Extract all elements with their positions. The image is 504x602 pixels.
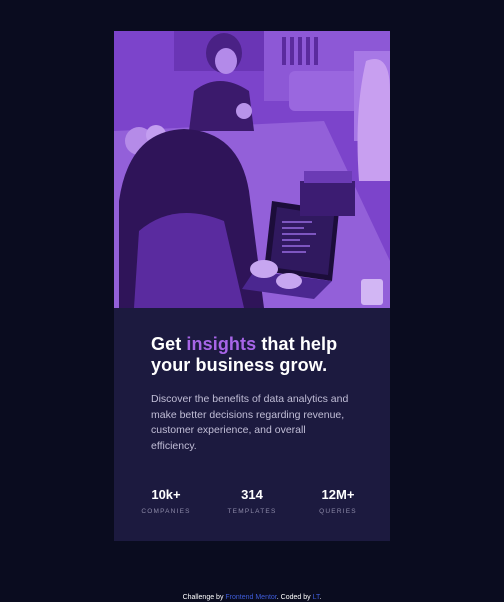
attribution-mid: . Coded by [276,594,313,601]
stat-label: QUERIES [319,508,357,515]
stat-value: 10k+ [151,487,181,502]
stats-preview-card: Get insights that help your business gro… [114,31,390,541]
challenge-link[interactable]: Frontend Mentor [225,594,276,601]
stat-label: COMPANIES [141,508,191,515]
stat-value: 314 [241,487,263,502]
card-description: Discover the benefits of data analytics … [151,393,349,452]
page: Get insights that help your business gro… [0,0,504,602]
hero-image [114,31,390,308]
attribution: Challenge by Frontend Mentor. Coded by L… [0,593,504,602]
stats-row: 10k+ COMPANIES 314 TEMPLATES 12M+ QUERIE… [114,487,390,516]
headline-pre: Get [151,334,187,354]
attribution-pre: Challenge by [182,594,226,601]
card-content: Get insights that help your business gro… [114,334,390,454]
attribution-post: . [319,594,322,601]
stat-templates: 314 TEMPLATES [224,487,280,516]
stat-value: 12M+ [321,487,355,502]
card-headline: Get insights that help your business gro… [151,334,353,376]
headline-accent: insights [186,334,257,354]
stat-label: TEMPLATES [227,508,277,515]
stat-queries: 12M+ QUERIES [310,487,366,516]
office-photo-illustration [114,31,390,308]
stat-companies: 10k+ COMPANIES [138,487,194,516]
